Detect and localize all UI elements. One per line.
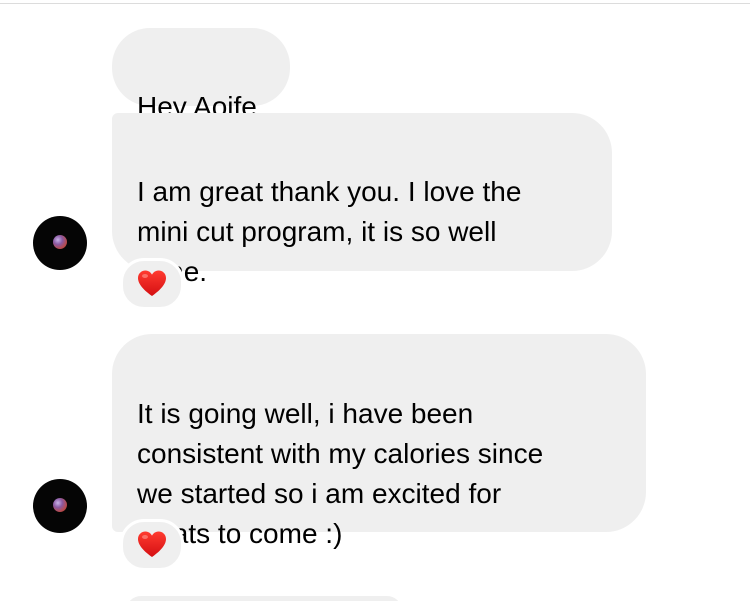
message-text-2: I am great thank you. I love the mini cu…	[137, 176, 522, 287]
sender-avatar[interactable]	[33, 216, 87, 270]
sender-avatar[interactable]	[33, 479, 87, 533]
message-text-3: It is going well, i have been consistent…	[137, 398, 544, 549]
avatar-moon-icon	[53, 498, 67, 512]
message-bubble-partial[interactable]	[126, 596, 402, 601]
chat-thread: Hey Aoife, I am great thank you. I love …	[0, 0, 750, 601]
heart-icon	[138, 531, 166, 557]
avatar-moon-icon	[53, 235, 67, 249]
reaction-badge[interactable]	[120, 519, 184, 571]
top-divider	[0, 3, 750, 4]
message-bubble-1[interactable]: Hey Aoife,	[112, 28, 290, 122]
heart-icon	[138, 270, 166, 296]
message-bubble-3[interactable]: It is going well, i have been consistent…	[112, 334, 646, 549]
reaction-badge[interactable]	[120, 258, 184, 310]
message-bubble-2[interactable]: I am great thank you. I love the mini cu…	[112, 113, 612, 287]
